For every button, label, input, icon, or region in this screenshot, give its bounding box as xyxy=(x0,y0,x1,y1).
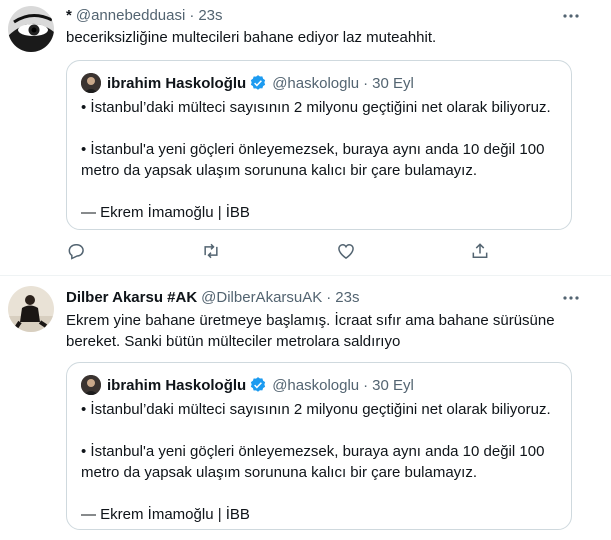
quoted-tweet-text: • İstanbul’daki mülteci sayısının 2 mily… xyxy=(81,399,561,525)
quoted-user-handle[interactable]: @haskologlu xyxy=(272,377,359,394)
tweet-header: Dilber Akarsu #AK @DilberAkarsuAK · 23s xyxy=(66,289,359,306)
quoted-tweet-header: ibrahim Haskoloğlu @haskologlu · 30 Eyl xyxy=(81,375,414,395)
quoted-timestamp[interactable]: 30 Eyl xyxy=(372,377,414,394)
quoted-user-handle[interactable]: @haskologlu xyxy=(272,75,359,92)
separator-dot: · xyxy=(189,7,195,24)
separator-dot: · xyxy=(363,74,369,92)
verified-badge-icon xyxy=(249,376,267,394)
quoted-display-name[interactable]: ibrahim Haskoloğlu xyxy=(107,377,246,394)
quoted-line: — Ekrem İmamoğlu | İBB xyxy=(81,506,250,523)
like-icon[interactable] xyxy=(336,241,358,263)
tweet-actions xyxy=(66,241,506,263)
tweet[interactable]: Dilber Akarsu #AK @DilberAkarsuAK · 23s … xyxy=(0,276,611,540)
display-name[interactable]: * xyxy=(66,7,72,24)
timestamp[interactable]: 23s xyxy=(198,7,222,24)
quoted-line: • İstanbul'a yeni göçleri önleyemezsek, … xyxy=(81,141,545,179)
quoted-line: — Ekrem İmamoğlu | İBB xyxy=(81,204,250,221)
quoted-tweet-text: • İstanbul’daki mülteci sayısının 2 mily… xyxy=(81,97,561,223)
tweet-header: * @annebedduasi · 23s xyxy=(66,7,223,24)
quoted-tweet-header: ibrahim Haskoloğlu @haskologlu · 30 Eyl xyxy=(81,73,414,93)
separator-dot: · xyxy=(326,289,332,306)
person-avatar-icon[interactable] xyxy=(8,286,54,332)
quoted-line: • İstanbul’daki mülteci sayısının 2 mily… xyxy=(81,401,551,418)
more-icon[interactable] xyxy=(561,288,581,308)
timestamp[interactable]: 23s xyxy=(335,289,359,306)
quoted-tweet[interactable]: ibrahim Haskoloğlu @haskologlu · 30 Eyl … xyxy=(66,362,572,530)
eye-avatar-icon[interactable] xyxy=(8,6,54,52)
more-icon[interactable] xyxy=(561,6,581,26)
display-name[interactable]: Dilber Akarsu #AK xyxy=(66,289,197,306)
quoted-display-name[interactable]: ibrahim Haskoloğlu xyxy=(107,75,246,92)
quoted-avatar[interactable] xyxy=(81,73,101,93)
tweet[interactable]: * @annebedduasi · 23s beceriksizliğine m… xyxy=(0,0,611,276)
separator-dot: · xyxy=(363,376,369,394)
retweet-icon[interactable] xyxy=(200,241,222,263)
quoted-tweet[interactable]: ibrahim Haskoloğlu @haskologlu · 30 Eyl … xyxy=(66,60,572,230)
verified-badge-icon xyxy=(249,74,267,92)
tweet-text: Ekrem yine bahane üretmeye başlamış. İcr… xyxy=(66,312,555,350)
quoted-line: • İstanbul'a yeni göçleri önleyemezsek, … xyxy=(81,443,545,481)
quoted-timestamp[interactable]: 30 Eyl xyxy=(372,75,414,92)
user-handle[interactable]: @annebedduasi xyxy=(76,7,185,24)
user-handle[interactable]: @DilberAkarsuAK xyxy=(201,289,322,306)
quoted-line: • İstanbul’daki mülteci sayısının 2 mily… xyxy=(81,99,551,116)
share-icon[interactable] xyxy=(470,241,492,263)
reply-icon[interactable] xyxy=(66,241,88,263)
tweet-text: beceriksizliğine multecileri bahane ediy… xyxy=(66,29,437,46)
quoted-avatar[interactable] xyxy=(81,375,101,395)
